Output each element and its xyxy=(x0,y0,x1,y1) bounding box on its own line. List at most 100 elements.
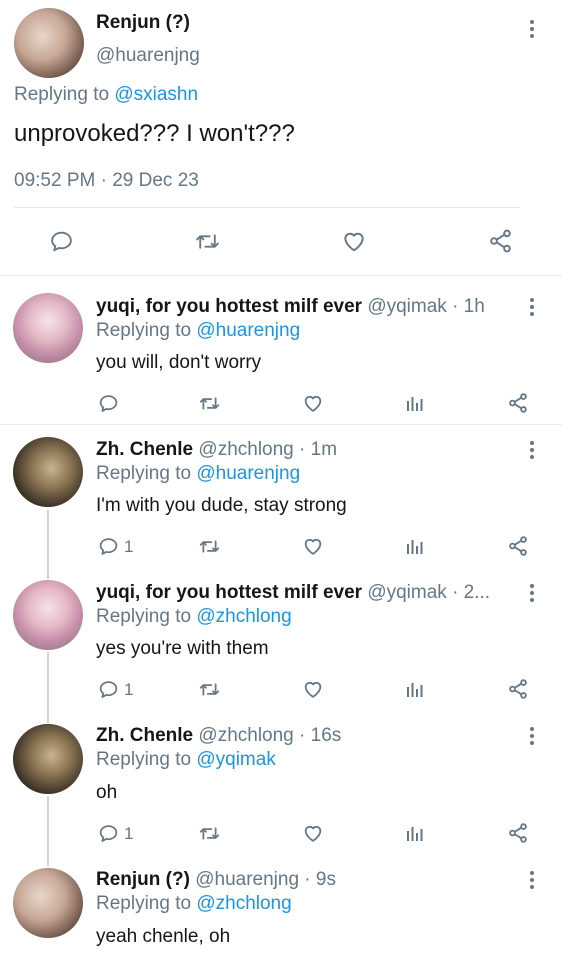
more-options-icon[interactable] xyxy=(529,298,535,318)
replying-to: Replying to @sxiashn xyxy=(14,84,198,106)
retweet-icon xyxy=(199,683,220,696)
share-button[interactable] xyxy=(507,678,529,700)
divider xyxy=(14,207,520,208)
author-handle[interactable]: @yqimak · 2... xyxy=(367,582,490,603)
avatar[interactable] xyxy=(13,580,83,650)
author-name[interactable]: Zh. Chenle xyxy=(96,725,193,746)
more-options-icon[interactable] xyxy=(529,441,535,461)
like-button[interactable] xyxy=(302,678,324,700)
reply-button[interactable]: 1 xyxy=(98,536,133,557)
reply-icon xyxy=(99,395,118,412)
reply-icon xyxy=(99,825,118,842)
reply-count: 1 xyxy=(124,536,134,556)
heart-icon xyxy=(304,681,322,698)
author-line: Zh. Chenle @zhchlong · 1m xyxy=(96,439,337,461)
reply-button[interactable] xyxy=(98,393,119,414)
author-handle[interactable]: @huarenjng · 9s xyxy=(195,869,336,890)
reply-icon xyxy=(99,681,118,698)
replying-to-link[interactable]: @sxiashn xyxy=(114,84,198,105)
divider xyxy=(0,424,562,425)
retweet-button[interactable] xyxy=(194,229,221,254)
heart-icon xyxy=(344,232,364,252)
replying-to-link[interactable]: @huarenjng xyxy=(196,320,300,341)
tweet-text: yeah chenle, oh xyxy=(96,926,231,947)
more-options-icon[interactable] xyxy=(529,584,535,604)
replying-prefix: Replying to xyxy=(96,463,192,484)
author-handle[interactable]: @zhchlong · 16s xyxy=(198,725,341,746)
avatar[interactable] xyxy=(14,8,84,78)
author-line: yuqi, for you hottest milf ever @yqimak … xyxy=(96,582,490,604)
retweet-button[interactable] xyxy=(198,393,221,414)
retweet-icon xyxy=(199,397,220,410)
analytics-button[interactable] xyxy=(405,823,425,843)
avatar[interactable] xyxy=(13,293,83,363)
replying-prefix: Replying to xyxy=(96,606,192,627)
author-handle[interactable]: @yqimak · 1h xyxy=(367,296,485,317)
retweet-button[interactable] xyxy=(198,823,221,844)
like-button[interactable] xyxy=(341,228,367,254)
avatar[interactable] xyxy=(13,724,83,794)
heart-icon xyxy=(304,538,322,555)
share-button[interactable] xyxy=(507,535,529,557)
reply-button[interactable]: 1 xyxy=(98,679,133,700)
author-name[interactable]: yuqi, for you hottest milf ever xyxy=(96,296,362,317)
like-button[interactable] xyxy=(302,822,324,844)
share-button[interactable] xyxy=(507,822,529,844)
heart-icon xyxy=(304,395,322,412)
replying-to: Replying to @huarenjng xyxy=(96,463,300,485)
thread-line xyxy=(47,652,49,723)
divider xyxy=(0,275,562,276)
retweet-icon xyxy=(199,827,220,840)
author-name[interactable]: Renjun (?) xyxy=(96,869,190,890)
replying-to-link[interactable]: @yqimak xyxy=(196,749,275,770)
retweet-button[interactable] xyxy=(198,679,221,700)
avatar[interactable] xyxy=(13,437,83,507)
analytics-icon xyxy=(407,397,423,411)
share-icon xyxy=(490,229,511,253)
analytics-icon xyxy=(407,540,423,554)
replying-to: Replying to @yqimak xyxy=(96,749,276,771)
reply-button[interactable]: 1 xyxy=(98,823,133,844)
author-line: yuqi, for you hottest milf ever @yqimak … xyxy=(96,296,485,318)
author-name[interactable]: Zh. Chenle xyxy=(96,439,193,460)
replying-to-link[interactable]: @huarenjng xyxy=(196,463,300,484)
author-name[interactable]: yuqi, for you hottest milf ever xyxy=(96,582,362,603)
retweet-icon xyxy=(199,540,220,553)
reply-icon xyxy=(51,231,72,252)
more-options-icon[interactable] xyxy=(529,871,535,891)
heart-icon xyxy=(304,825,322,842)
share-button[interactable] xyxy=(487,228,514,254)
author-handle[interactable]: @huarenjng xyxy=(96,45,200,67)
reply-icon xyxy=(99,538,118,555)
share-icon xyxy=(509,823,527,843)
replying-to: Replying to @zhchlong xyxy=(96,606,292,628)
replying-to: Replying to @huarenjng xyxy=(96,320,300,342)
reply-count: 1 xyxy=(124,679,134,699)
avatar[interactable] xyxy=(13,868,83,938)
analytics-button[interactable] xyxy=(405,393,425,413)
tweet-text: oh xyxy=(96,782,118,803)
replying-to-link[interactable]: @zhchlong xyxy=(196,606,291,627)
analytics-icon xyxy=(407,683,423,697)
retweet-button[interactable] xyxy=(198,536,221,557)
more-options-icon[interactable] xyxy=(529,727,535,747)
tweet-text: I'm with you dude, stay strong xyxy=(96,495,347,516)
author-line: Renjun (?) @huarenjng · 9s xyxy=(96,869,336,891)
more-options-icon[interactable] xyxy=(529,20,535,40)
analytics-button[interactable] xyxy=(405,679,425,699)
reply-button[interactable] xyxy=(49,229,74,254)
tweet-text: unprovoked??? I won't??? xyxy=(14,120,295,147)
author-line: Zh. Chenle @zhchlong · 16s xyxy=(96,725,341,747)
replying-to-link[interactable]: @zhchlong xyxy=(196,893,291,914)
share-icon xyxy=(509,536,527,556)
like-button[interactable] xyxy=(302,392,324,414)
analytics-button[interactable] xyxy=(405,536,425,556)
thread-line xyxy=(47,796,49,866)
author-handle[interactable]: @zhchlong · 1m xyxy=(198,439,337,460)
share-button[interactable] xyxy=(507,392,529,414)
author-name[interactable]: Renjun (?) xyxy=(96,12,190,34)
share-icon xyxy=(509,679,527,699)
replying-prefix: Replying to xyxy=(14,84,110,105)
like-button[interactable] xyxy=(302,535,324,557)
tweet-text: you will, don't worry xyxy=(96,352,262,373)
